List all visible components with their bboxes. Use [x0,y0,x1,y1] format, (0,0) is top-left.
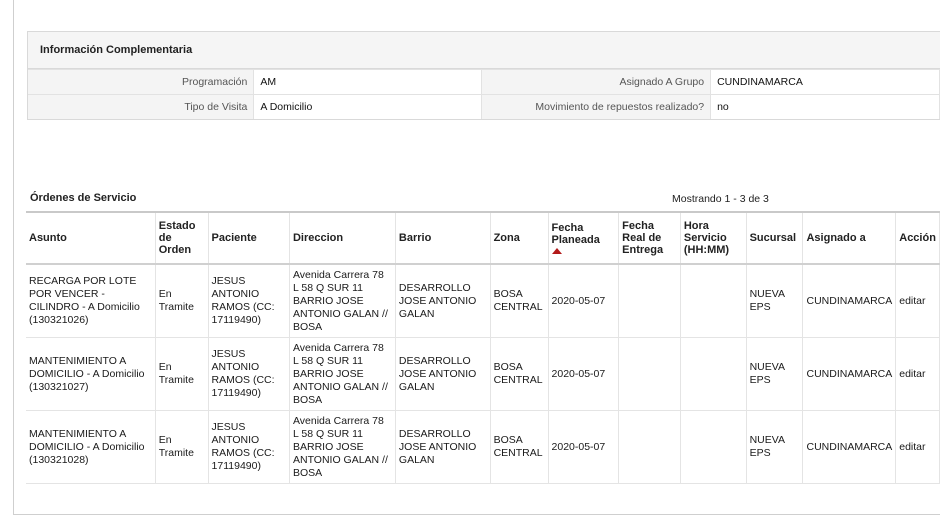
ordenes-title: Órdenes de Servicio [30,192,137,204]
cell-hora [680,264,747,338]
col-fecha-planeada[interactable]: Fecha Planeada [548,211,620,265]
col-fecha-real[interactable]: Fecha Real de Entrega [618,211,681,265]
cell-asignado: CUNDINAMARCA [802,264,897,338]
pagination-count: Mostrando 1 - 3 de 3 [672,193,769,205]
cell-paciente: JESUS ANTONIO RAMOS (CC: 17119490) [208,337,290,411]
cell-direccion: Avenida Carrera 78 L 58 Q SUR 11 BARRIO … [289,337,396,411]
info-row: Tipo de Visita A Domicilio Movimiento de… [28,94,940,119]
info-table: Programación AM Asignado A Grupo CUNDINA… [28,69,940,119]
col-direccion[interactable]: Direccion [289,211,396,265]
cell-estado: En Tramite [155,337,209,411]
cell-accion: editar [895,337,940,411]
table-row: RECARGA POR LOTE POR VENCER - CILINDRO -… [26,264,940,338]
movimiento-repuestos-value: no [710,94,940,119]
info-panel-title: Información Complementaria [28,32,940,69]
col-zona[interactable]: Zona [490,211,549,265]
cell-fecha-planeada: 2020-05-07 [548,264,620,338]
sort-ascending-icon [551,248,562,254]
cell-asunto: MANTENIMIENTO A DOMICILIO - A Domicilio … [26,410,156,484]
orders-table: Asunto Estado de Orden Paciente Direccio… [26,211,940,484]
orders-header-row: Asunto Estado de Orden Paciente Direccio… [26,211,940,265]
col-accion: Acción [895,211,940,265]
cell-zona: BOSA CENTRAL [490,264,549,338]
cell-estado: En Tramite [155,410,209,484]
edit-link[interactable]: editar [899,441,925,453]
cell-sucursal: NUEVA EPS [746,264,804,338]
cell-asunto: RECARGA POR LOTE POR VENCER - CILINDRO -… [26,264,156,338]
cell-zona: BOSA CENTRAL [490,337,549,411]
info-row: Programación AM Asignado A Grupo CUNDINA… [28,69,940,95]
tipo-visita-value: A Domicilio [253,94,483,119]
col-estado[interactable]: Estado de Orden [155,211,209,265]
col-barrio[interactable]: Barrio [395,211,491,265]
cell-fecha-planeada: 2020-05-07 [548,410,620,484]
edit-link[interactable]: editar [899,295,925,307]
cell-accion: editar [895,264,940,338]
cell-barrio: DESARROLLO JOSE ANTONIO GALAN [395,410,491,484]
col-paciente[interactable]: Paciente [208,211,290,265]
cell-direccion: Avenida Carrera 78 L 58 Q SUR 11 BARRIO … [289,410,396,484]
cell-asunto: MANTENIMIENTO A DOMICILIO - A Domicilio … [26,337,156,411]
cell-asignado: CUNDINAMARCA [802,337,897,411]
cell-barrio: DESARROLLO JOSE ANTONIO GALAN [395,264,491,338]
col-asunto[interactable]: Asunto [26,211,156,265]
cell-hora [680,337,747,411]
cell-barrio: DESARROLLO JOSE ANTONIO GALAN [395,337,491,411]
tipo-visita-label: Tipo de Visita [28,94,255,119]
info-complementaria-panel: Información Complementaria Programación … [27,31,940,120]
cell-fecha-real [618,337,681,411]
cell-estado: En Tramite [155,264,209,338]
cell-asignado: CUNDINAMARCA [802,410,897,484]
col-fecha-planeada-label: Fecha Planeada [551,222,600,246]
cell-accion: editar [895,410,940,484]
asignado-grupo-label: Asignado A Grupo [481,69,712,95]
programacion-label: Programación [28,69,255,95]
cell-hora [680,410,747,484]
cell-zona: BOSA CENTRAL [490,410,549,484]
edit-link[interactable]: editar [899,368,925,380]
table-row: MANTENIMIENTO A DOMICILIO - A Domicilio … [26,337,940,411]
col-asignado[interactable]: Asignado a [802,211,897,265]
cell-paciente: JESUS ANTONIO RAMOS (CC: 17119490) [208,264,290,338]
cell-paciente: JESUS ANTONIO RAMOS (CC: 17119490) [208,410,290,484]
asignado-grupo-value: CUNDINAMARCA [710,69,940,95]
cell-direccion: Avenida Carrera 78 L 58 Q SUR 11 BARRIO … [289,264,396,338]
cell-fecha-planeada: 2020-05-07 [548,337,620,411]
cell-sucursal: NUEVA EPS [746,337,804,411]
cell-sucursal: NUEVA EPS [746,410,804,484]
table-row: MANTENIMIENTO A DOMICILIO - A Domicilio … [26,410,940,484]
cell-fecha-real [618,264,681,338]
col-sucursal[interactable]: Sucursal [746,211,804,265]
movimiento-repuestos-label: Movimiento de repuestos realizado? [481,94,712,119]
programacion-value: AM [253,69,483,95]
cell-fecha-real [618,410,681,484]
col-hora[interactable]: Hora Servicio (HH:MM) [680,211,747,265]
